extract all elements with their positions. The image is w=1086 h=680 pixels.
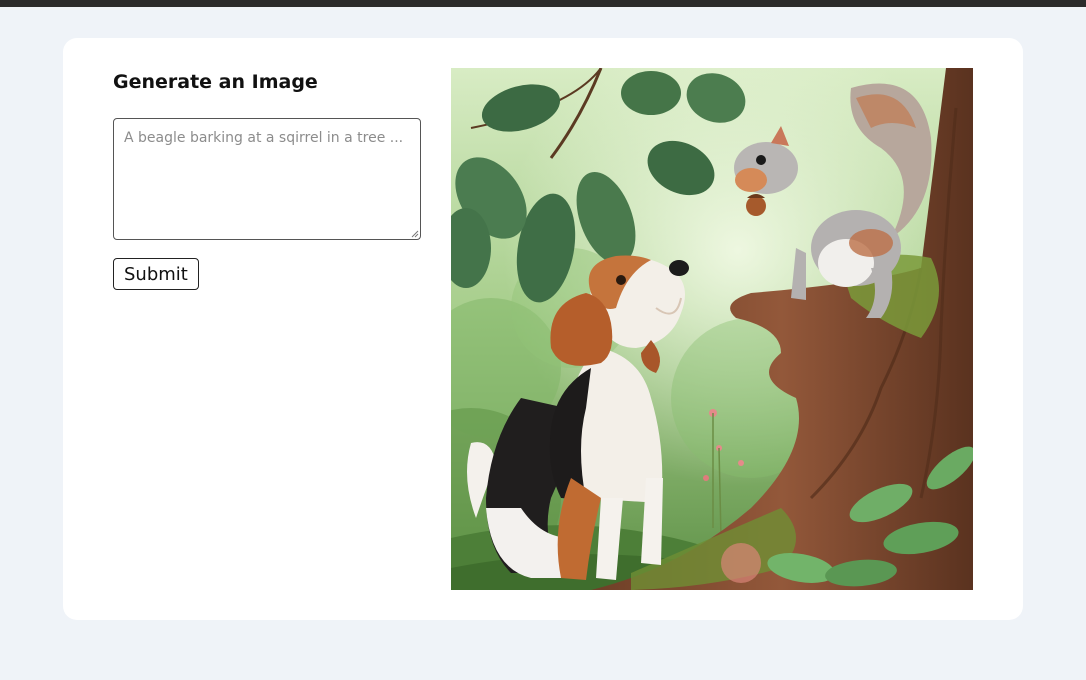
form-title: Generate an Image — [113, 71, 318, 93]
submit-button[interactable]: Submit — [113, 258, 199, 290]
generated-image-illustration — [451, 68, 973, 590]
generated-image — [451, 68, 973, 590]
generate-form: Generate an Image Submit — [113, 70, 423, 290]
generator-card: Generate an Image Submit — [63, 38, 1023, 620]
prompt-input[interactable] — [113, 118, 421, 240]
window-top-bar — [0, 0, 1086, 7]
